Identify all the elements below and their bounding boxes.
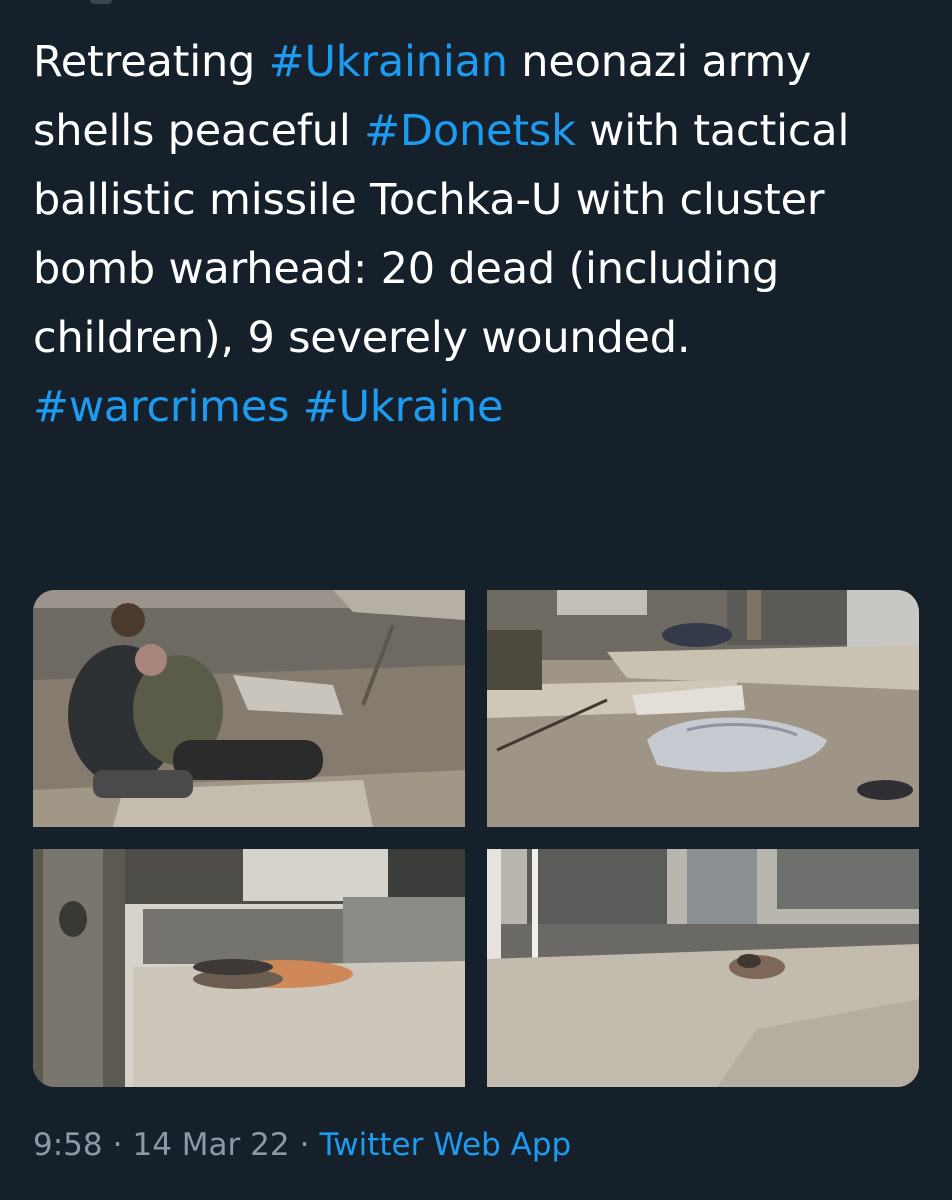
hashtag-donetsk-link[interactable]: #Donetsk — [364, 106, 576, 156]
photo-2-image — [487, 590, 919, 827]
tweet-source-link[interactable]: Twitter Web App — [319, 1127, 571, 1163]
meta-separator: · — [112, 1127, 123, 1163]
hashtag-ukrainian-link[interactable]: #Ukrainian — [269, 37, 508, 87]
photo-4[interactable] — [487, 849, 919, 1087]
photo-3[interactable] — [33, 849, 465, 1087]
photo-2[interactable] — [487, 590, 919, 827]
tweet-text: Retreating #Ukrainian neonazi army shell… — [33, 28, 923, 442]
tweet-text-segment: Retreating — [33, 37, 269, 87]
meta-separator: · — [299, 1127, 310, 1163]
hashtag-ukraine-link[interactable]: #Ukraine — [303, 382, 504, 432]
tweet-date[interactable]: 14 Mar 22 — [132, 1127, 289, 1163]
media-grid — [33, 590, 919, 1087]
tweet-text-segment — [289, 382, 302, 432]
photo-4-image — [487, 849, 919, 1087]
avatar-edge — [90, 0, 112, 4]
photo-1[interactable] — [33, 590, 465, 827]
photo-1-image — [33, 590, 465, 827]
photo-3-image — [33, 849, 465, 1087]
hashtag-warcrimes-link[interactable]: #warcrimes — [33, 382, 289, 432]
tweet-time[interactable]: 9:58 — [33, 1127, 103, 1163]
tweet-metadata: 9:58 · 14 Mar 22 · Twitter Web App — [33, 1120, 571, 1170]
